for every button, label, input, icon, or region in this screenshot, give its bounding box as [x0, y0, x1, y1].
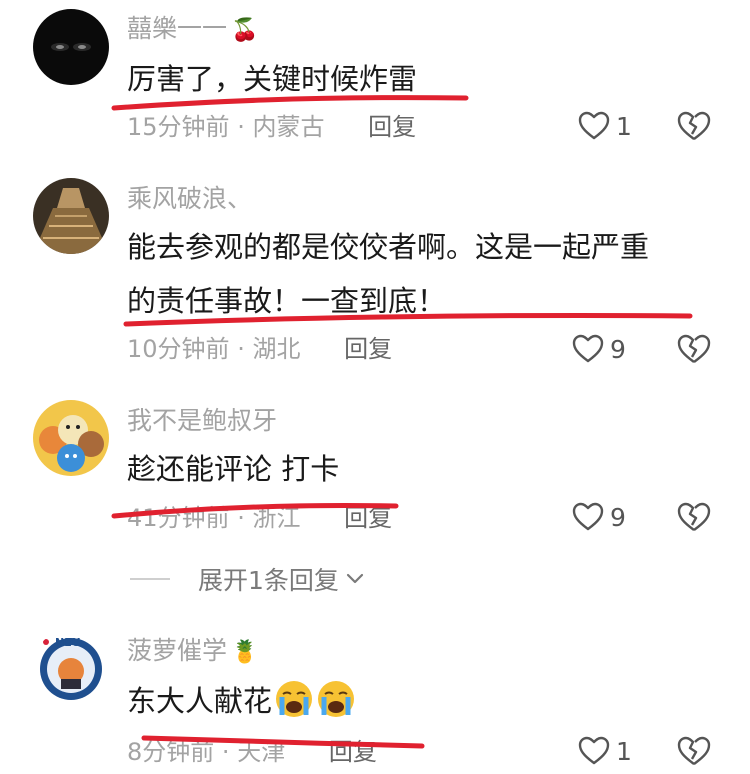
avatar[interactable] — [33, 9, 109, 85]
meta-separator: · — [237, 335, 245, 363]
avatar[interactable]: NEU — [33, 629, 109, 705]
like-button[interactable]: 1 — [578, 109, 632, 143]
username[interactable]: 我不是鲍叔牙 — [127, 406, 277, 436]
reply-button[interactable]: 回复 — [344, 335, 392, 363]
comment-text: 厉害了，关键时候炸雷 — [127, 62, 418, 96]
comment-meta: 10分钟前 · 湖北 回复 — [127, 334, 392, 364]
expand-divider — [130, 578, 170, 580]
username[interactable]: 乘风破浪、 — [127, 184, 252, 214]
pineapple-icon: 🍍 — [231, 640, 259, 665]
heart-icon — [578, 736, 610, 765]
location: 天津 — [237, 738, 286, 766]
timestamp: 10分钟前 — [127, 335, 230, 363]
like-button[interactable]: 9 — [572, 500, 626, 534]
meta-separator: · — [237, 113, 245, 141]
meta-separator: · — [221, 738, 230, 766]
username[interactable]: 菠萝催学 🍍 — [127, 636, 258, 668]
like-count: 1 — [616, 736, 632, 766]
reply-button[interactable]: 回复 — [329, 738, 377, 766]
comment-text-line-1: 能去参观的都是佼佼者啊。这是一起严重 — [127, 230, 650, 264]
crying-emoji-icon — [274, 679, 314, 719]
like-count: 1 — [616, 111, 632, 141]
location: 湖北 — [252, 335, 301, 363]
avatar[interactable] — [33, 178, 109, 254]
heart-icon — [572, 334, 604, 363]
like-button[interactable]: 1 — [578, 734, 632, 768]
like-count: 9 — [610, 334, 626, 364]
timestamp: 8分钟前 — [127, 738, 215, 766]
meta-separator: · — [237, 504, 245, 532]
broken-heart-icon[interactable] — [677, 734, 711, 768]
chevron-down-icon — [346, 573, 364, 584]
heart-icon — [572, 502, 604, 531]
heart-icon — [578, 111, 610, 140]
comment-meta: 8分钟前 · 天津 回复 — [127, 737, 377, 767]
comment-meta: 15分钟前 · 内蒙古 回复 — [127, 112, 416, 142]
broken-heart-icon[interactable] — [677, 109, 711, 143]
timestamp: 41分钟前 — [127, 504, 230, 532]
reply-button[interactable]: 回复 — [368, 113, 416, 141]
crying-emoji-icon — [316, 679, 356, 719]
expand-replies-button[interactable]: 展开1条回复 — [130, 562, 365, 596]
timestamp: 15分钟前 — [127, 113, 230, 141]
comment-meta: 41分钟前 · 浙江 回复 — [127, 503, 392, 533]
avatar-badge-text: NEU — [55, 636, 81, 649]
comment-text: 东大人献花 — [127, 672, 356, 730]
cherry-icon: 🍒 — [231, 18, 259, 43]
broken-heart-icon[interactable] — [677, 332, 711, 366]
comment-text: 趁还能评论 打卡 — [127, 452, 340, 486]
location: 内蒙古 — [252, 113, 325, 141]
location: 浙江 — [252, 504, 301, 532]
like-button[interactable]: 9 — [572, 332, 626, 366]
broken-heart-icon[interactable] — [677, 500, 711, 534]
like-count: 9 — [610, 502, 626, 532]
reply-button[interactable]: 回复 — [344, 504, 392, 532]
comment-text-line-2: 的责任事故！一查到底！ — [127, 284, 447, 318]
avatar[interactable] — [33, 400, 109, 476]
username[interactable]: 囍樂一一 🍒 — [127, 14, 258, 46]
expand-replies-label: 展开1条回复 — [198, 566, 339, 595]
